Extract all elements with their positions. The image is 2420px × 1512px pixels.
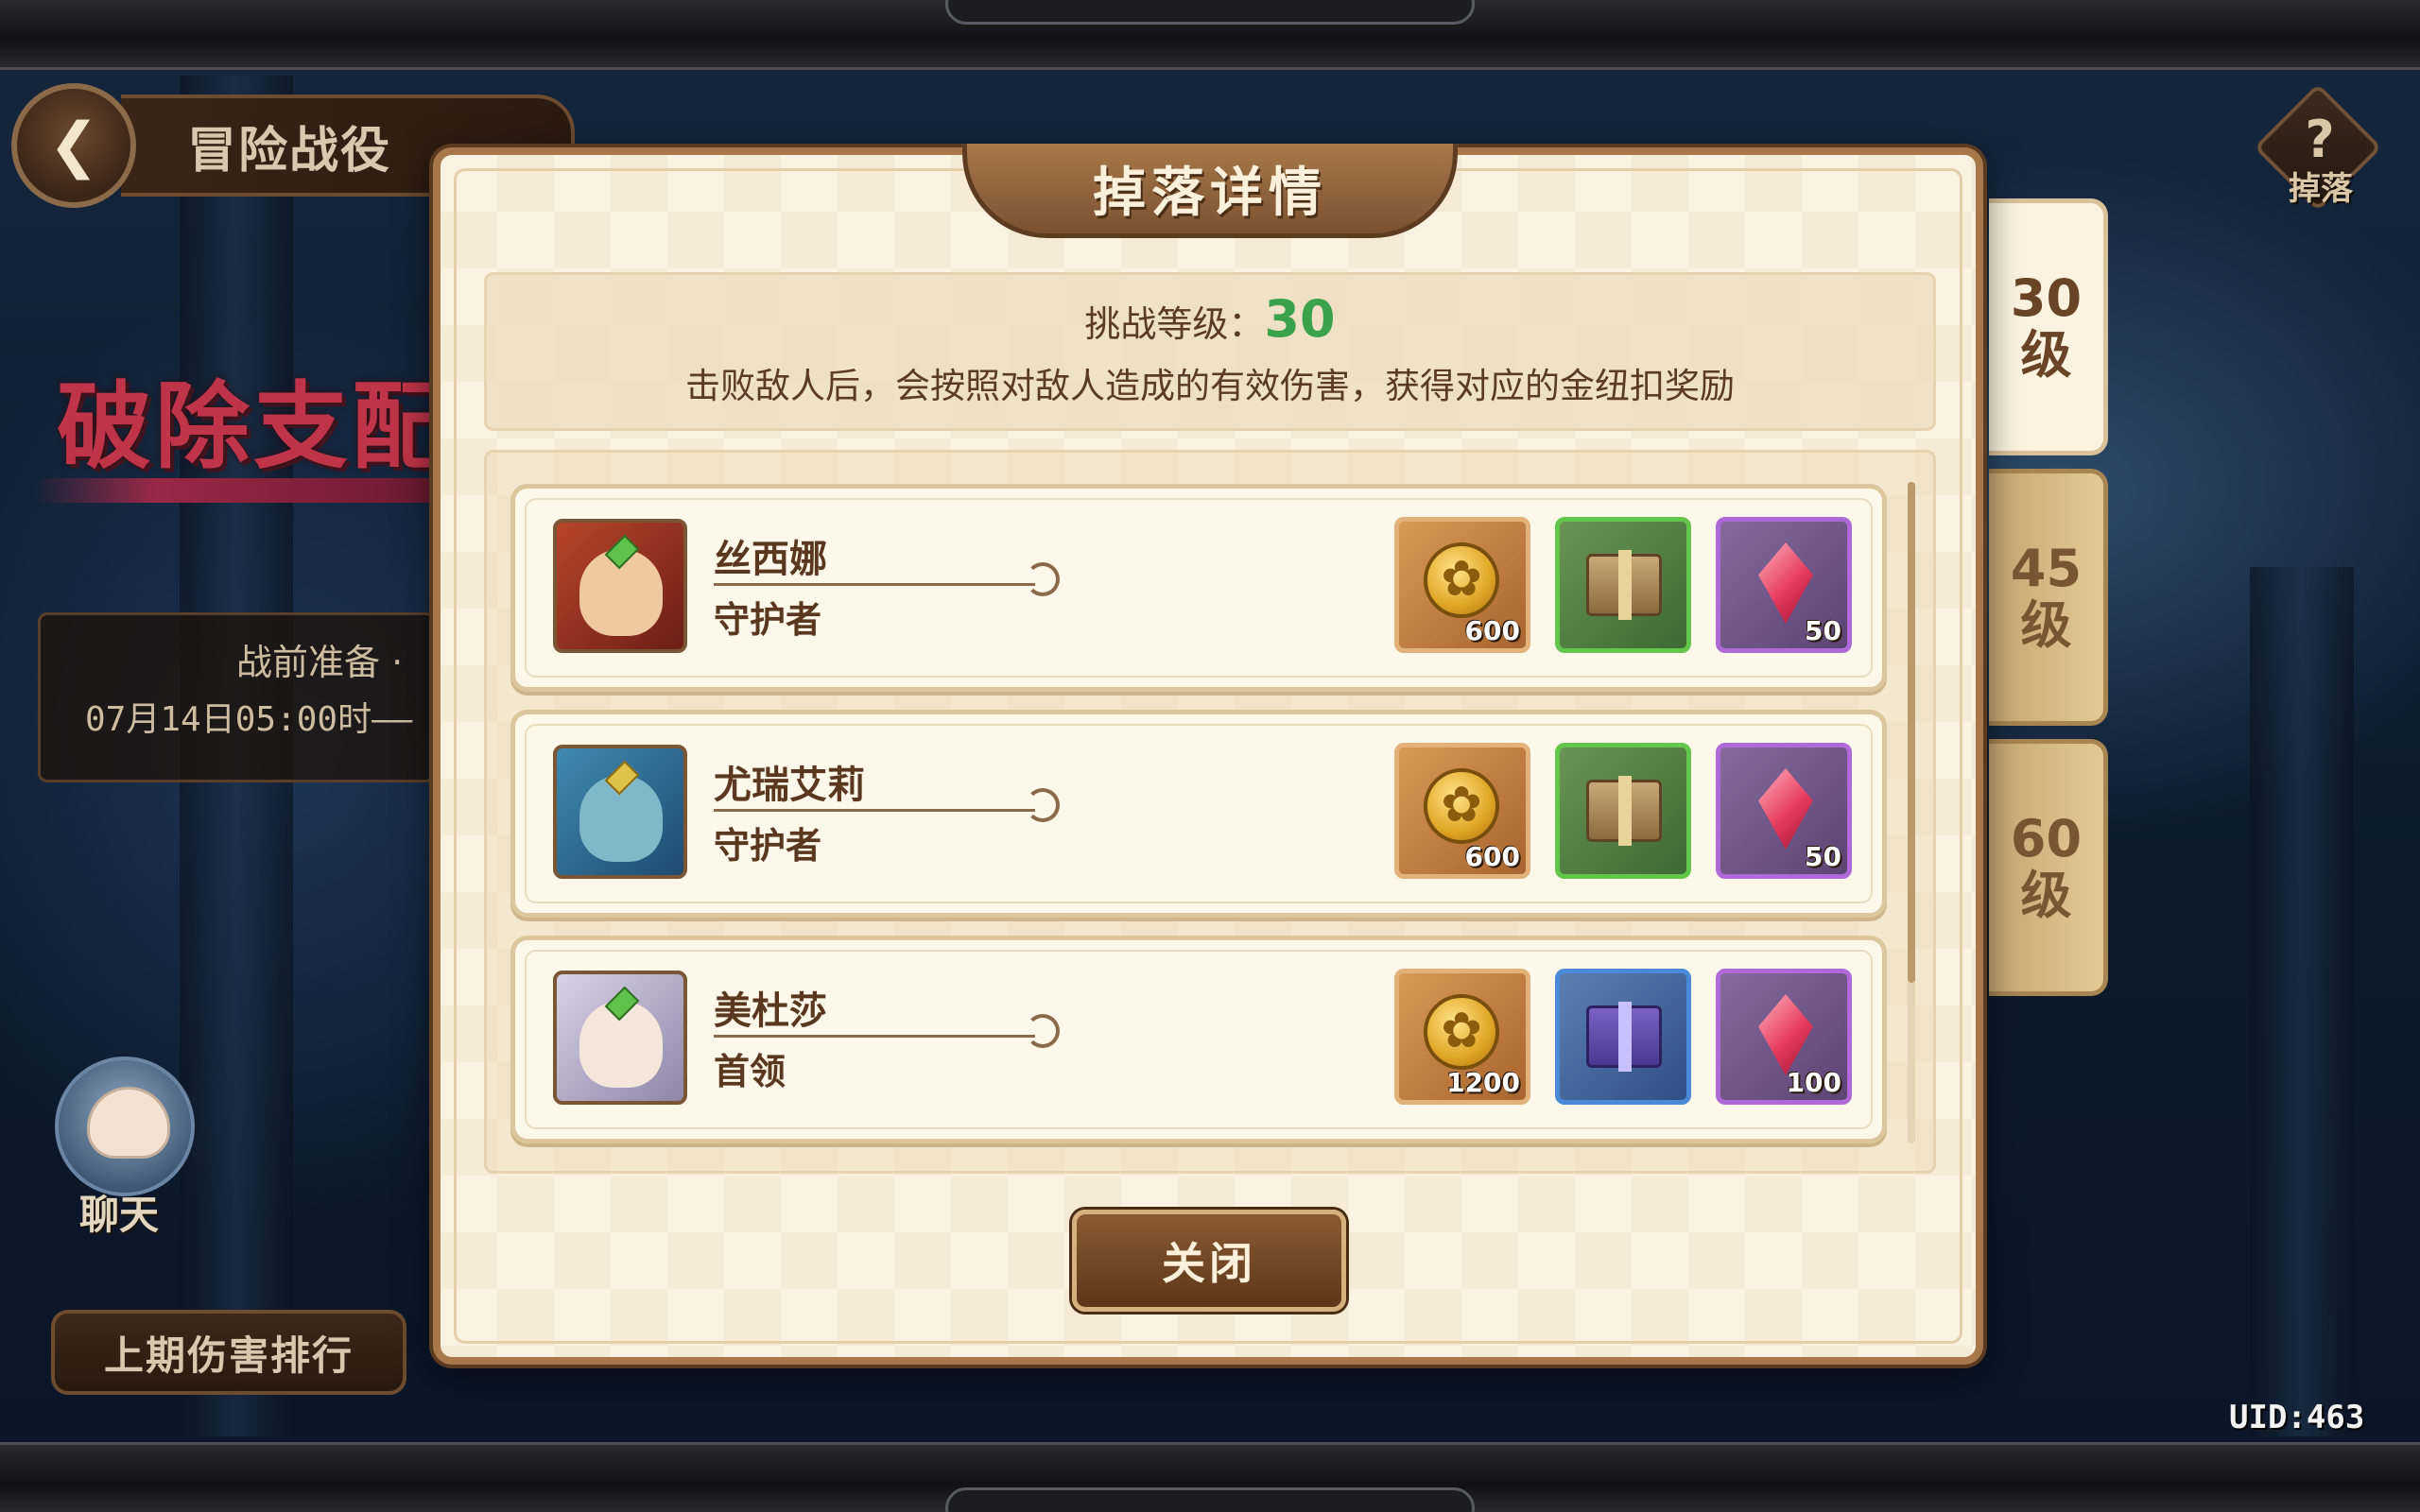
- red-haired-guardian-portrait-icon[interactable]: [553, 519, 687, 653]
- white-haired-boss-portrait-icon[interactable]: [553, 971, 687, 1105]
- reward-gold-button[interactable]: ✿ 1200: [1394, 969, 1530, 1105]
- enemy-role: 守护者: [714, 599, 822, 641]
- pink-crystal-icon: [1758, 542, 1813, 624]
- bottom-frame: [0, 1442, 2420, 1512]
- gift-ribbon: [1618, 550, 1632, 620]
- enemy-row: 丝西娜 守护者 ✿ 600 50: [510, 484, 1887, 692]
- back-button[interactable]: ❮: [11, 83, 136, 208]
- top-frame: [0, 0, 2420, 70]
- name-divider-curl: [1026, 1014, 1060, 1048]
- challenge-level-label: 挑战等级：: [1084, 303, 1265, 345]
- tab-level-45[interactable]: 45 级: [1989, 469, 2108, 726]
- uid-label: UID:463: [2229, 1399, 2365, 1436]
- dialog-title: 掉落详情: [962, 144, 1458, 238]
- enemy-row: 尤瑞艾莉 守护者 ✿ 600 50: [510, 710, 1887, 918]
- tab-level-30[interactable]: 30 级: [1989, 198, 2108, 455]
- challenge-level-line: 挑战等级：30: [484, 289, 1936, 349]
- reward-description: 击败敌人后，会按照对敌人造成的有效伤害，获得对应的金纽扣奖励: [685, 366, 1735, 406]
- enemy-name: 尤瑞艾莉: [714, 764, 865, 807]
- enemy-name: 丝西娜: [714, 538, 827, 581]
- pink-crystal-icon: [1758, 994, 1813, 1075]
- reward-gold-button[interactable]: ✿ 600: [1394, 517, 1530, 653]
- reward-count: 600: [1464, 841, 1520, 872]
- enemy-name: 美杜莎: [714, 989, 827, 1033]
- drop-help-label[interactable]: 掉落: [2278, 163, 2363, 209]
- reward-count: 100: [1786, 1067, 1841, 1098]
- top-frame-ornament: [945, 0, 1475, 25]
- reward-gift-box[interactable]: [1555, 743, 1691, 879]
- tab-level-60[interactable]: 60 级: [1989, 739, 2108, 996]
- reward-count: 50: [1805, 615, 1841, 646]
- chat-avatar-icon: [87, 1087, 170, 1159]
- tab-level-number: 30: [2010, 268, 2083, 328]
- reward-count: 50: [1805, 841, 1841, 872]
- prep-label: 战前准备 ·: [236, 642, 404, 683]
- clover-icon: ✿: [1441, 777, 1482, 833]
- reward-gift-box[interactable]: [1555, 969, 1691, 1105]
- reward-crystal[interactable]: 50: [1716, 743, 1852, 879]
- clover-icon: ✿: [1441, 551, 1482, 608]
- name-divider-curl: [1026, 788, 1060, 822]
- chat-button[interactable]: [55, 1057, 195, 1196]
- prep-time: 07月14日05:00时——: [85, 700, 413, 739]
- enemy-role: 守护者: [714, 825, 822, 867]
- close-button[interactable]: 关闭: [1072, 1210, 1346, 1312]
- chat-label[interactable]: 聊天: [79, 1183, 159, 1241]
- scrollbar-thumb[interactable]: [1908, 482, 1915, 983]
- gift-ribbon: [1618, 1002, 1632, 1072]
- page-title: 冒险战役: [187, 122, 392, 180]
- tab-level-unit: 级: [2020, 866, 2072, 925]
- blue-haired-guardian-portrait-icon[interactable]: [553, 745, 687, 879]
- tab-level-number: 45: [2010, 539, 2083, 598]
- tab-level-unit: 级: [2020, 595, 2072, 655]
- name-divider-curl: [1026, 562, 1060, 596]
- last-damage-ranking-button[interactable]: 上期伤害排行: [51, 1310, 406, 1395]
- pink-crystal-icon: [1758, 768, 1813, 850]
- back-arrow-icon: ❮: [48, 111, 99, 180]
- reward-count: 1200: [1446, 1067, 1520, 1098]
- tab-level-unit: 级: [2020, 325, 2072, 385]
- clover-icon: ✿: [1441, 1003, 1482, 1059]
- event-banner-underline: [34, 478, 441, 503]
- tab-level-number: 60: [2010, 809, 2083, 868]
- event-banner: 破除支配: [57, 370, 450, 472]
- challenge-level-value: 30: [1264, 289, 1336, 349]
- name-divider: [714, 1035, 1035, 1038]
- reward-gift-box[interactable]: [1555, 517, 1691, 653]
- gift-ribbon: [1618, 776, 1632, 846]
- reward-crystal[interactable]: 100: [1716, 969, 1852, 1105]
- bottom-frame-ornament: [945, 1487, 1475, 1512]
- enemy-row: 美杜莎 首领 ✿ 1200 100: [510, 936, 1887, 1143]
- enemy-role: 首领: [714, 1051, 786, 1092]
- background-pillar: [2250, 567, 2354, 1436]
- reward-count: 600: [1464, 615, 1520, 646]
- reward-gold-button[interactable]: ✿ 600: [1394, 743, 1530, 879]
- name-divider: [714, 809, 1035, 812]
- name-divider: [714, 583, 1035, 586]
- reward-crystal[interactable]: 50: [1716, 517, 1852, 653]
- question-mark-icon[interactable]: ?: [2286, 110, 2354, 169]
